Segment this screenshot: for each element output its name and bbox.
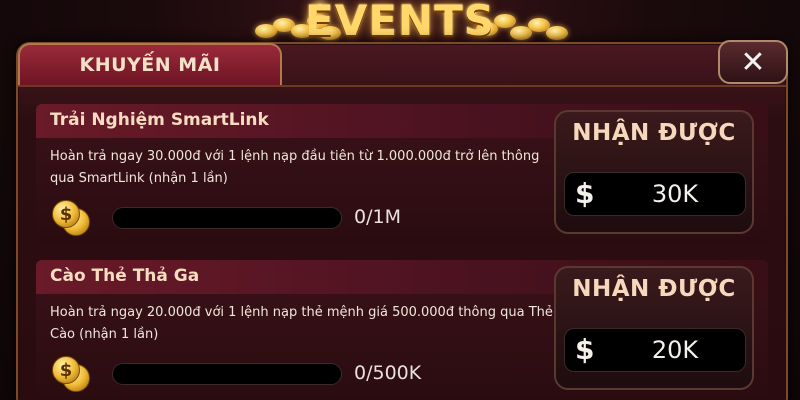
tab-khuyen-mai[interactable]: KHUYẾN MÃI — [18, 43, 282, 85]
events-header: EVENTS — [0, 0, 800, 45]
close-button[interactable]: ✕ — [718, 40, 788, 84]
progress-bar — [112, 207, 342, 229]
coin-front: $ — [52, 200, 80, 228]
coin-icon: $ — [52, 200, 90, 238]
reward-amount-box: $ 30K — [564, 172, 746, 216]
event-title: Trải Nghiệm SmartLink — [50, 110, 269, 130]
panel-divider — [18, 85, 786, 87]
close-icon: ✕ — [740, 44, 766, 80]
reward-amount: 20K — [651, 336, 699, 364]
coin-front: $ — [52, 356, 80, 384]
coin-icon: $ — [52, 356, 90, 394]
event-card: Cào Thẻ Thả Ga Hoàn trả ngay 20.000đ với… — [36, 260, 768, 400]
event-description: Hoàn trả ngay 30.000đ với 1 lệnh nạp đầu… — [50, 149, 540, 186]
reward-label: NHẬN ĐƯỢC — [572, 120, 736, 146]
event-title: Cào Thẻ Thả Ga — [50, 266, 200, 286]
event-card: Trải Nghiệm SmartLink Hoàn trả ngay 30.0… — [36, 104, 768, 244]
reward-amount-box: $ 20K — [564, 328, 746, 372]
event-description: Hoàn trả ngay 20.000đ với 1 lệnh nạp thẻ… — [50, 305, 553, 342]
reward-box[interactable]: NHẬN ĐƯỢC $ 30K — [554, 110, 754, 234]
progress-bar — [112, 363, 342, 385]
reward-amount: 30K — [651, 180, 699, 208]
reward-label: NHẬN ĐƯỢC — [572, 276, 736, 302]
events-title: EVENTS — [305, 0, 495, 45]
reward-box[interactable]: NHẬN ĐƯỢC $ 20K — [554, 266, 754, 390]
dollar-icon: $ — [575, 177, 595, 210]
progress-text: 0/500K — [354, 362, 422, 384]
dollar-icon: $ — [575, 333, 595, 366]
progress-text: 0/1M — [354, 206, 401, 228]
